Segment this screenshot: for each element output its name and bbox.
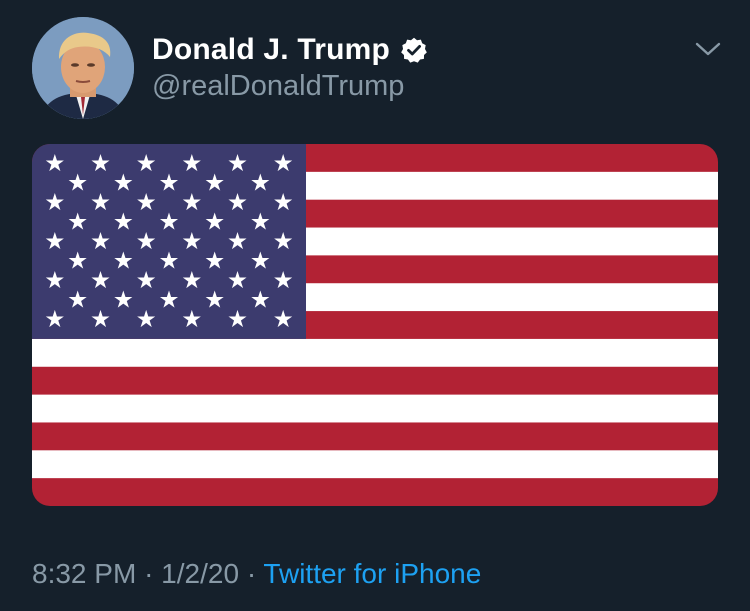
meta-separator: · <box>144 558 154 589</box>
avatar-image <box>32 17 134 119</box>
tweet-meta: 8:32 PM · 1/2/20 · Twitter for iPhone <box>32 558 481 590</box>
flag-stripe <box>32 478 718 506</box>
tweet-source[interactable]: Twitter for iPhone <box>263 558 481 589</box>
display-name[interactable]: Donald J. Trump <box>152 33 390 67</box>
flag-stripe <box>32 422 718 451</box>
flag-canton <box>32 144 306 339</box>
tweet-date[interactable]: 1/2/20 <box>161 558 239 589</box>
tweet-time: 8:32 PM <box>32 558 137 589</box>
name-row: Donald J. Trump <box>152 30 428 70</box>
chevron-down-icon[interactable] <box>694 40 722 60</box>
meta-separator: · <box>246 558 257 589</box>
tweet-media[interactable] <box>32 144 718 506</box>
avatar[interactable] <box>32 17 134 119</box>
flag-stripe <box>32 338 718 368</box>
verified-badge-icon <box>400 36 428 64</box>
flag-stripe <box>32 394 718 423</box>
handle[interactable]: @realDonaldTrump <box>152 70 404 103</box>
flag-stripe <box>32 366 718 396</box>
flag-stripe <box>32 450 718 479</box>
tweet: Donald J. Trump @realDonaldTrump 8:32 PM… <box>0 0 750 611</box>
american-flag-image <box>32 144 718 506</box>
